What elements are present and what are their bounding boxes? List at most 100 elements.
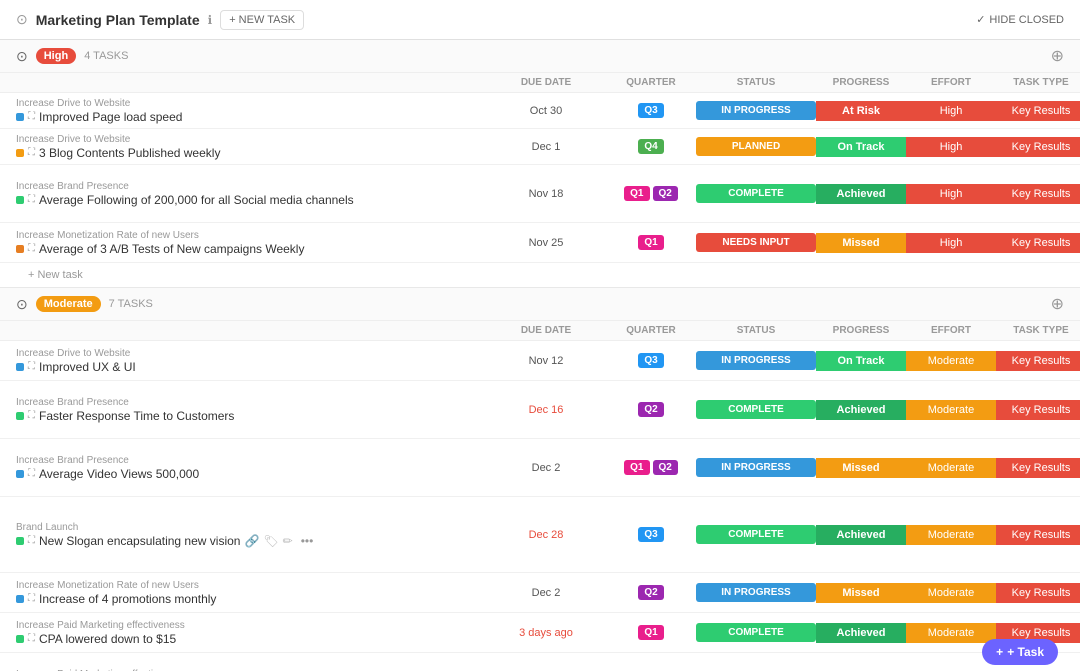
task-info: Increase Paid Marketing effectiveness ⛶ … [16, 620, 486, 646]
table-row: Increase Monetization Rate of new Users … [0, 223, 1080, 263]
task-name[interactable]: 3 Blog Contents Published weekly [39, 146, 220, 160]
progress-cell: Achieved [816, 525, 906, 545]
progress-badge: Achieved [816, 623, 906, 643]
quarter-badge: Q3 [638, 353, 663, 368]
edit-icon[interactable]: ✏ [283, 534, 293, 548]
table-row: Increase Paid Marketing effectiveness ⛶ … [0, 613, 1080, 653]
status-cell[interactable]: NEEDS INPUT [696, 233, 816, 252]
status-badge: IN PROGRESS [696, 458, 816, 477]
section-high: ⊙ High 4 TASKS ⊕ DUE DATE QUARTER STATUS… [0, 40, 1080, 288]
task-name[interactable]: Average Video Views 500,000 [39, 467, 199, 481]
hide-closed-button[interactable]: ✓ HIDE CLOSED [976, 13, 1064, 26]
tasktype-cell: Key Results [996, 137, 1080, 157]
progress-badge: Achieved [816, 525, 906, 545]
col-effort: EFFORT [906, 325, 996, 336]
tasktype-cell: Key Results [996, 458, 1080, 478]
col-task [16, 77, 486, 88]
task-parent: Brand Launch [16, 522, 478, 533]
status-cell[interactable]: COMPLETE [696, 623, 816, 642]
status-cell[interactable]: IN PROGRESS [696, 583, 816, 602]
progress-badge: Missed [816, 583, 906, 603]
effort-cell: High [906, 184, 996, 204]
status-cell[interactable]: COMPLETE [696, 400, 816, 419]
info-icon: ℹ [208, 13, 213, 27]
due-date: Dec 2 [486, 587, 606, 599]
quarter-badge: Q1 [638, 625, 663, 640]
task-type-icon: ⛶ [28, 361, 35, 372]
task-name[interactable]: Increase of 4 promotions monthly [39, 592, 216, 606]
col-status: STATUS [696, 325, 816, 336]
task-name[interactable]: Improved UX & UI [39, 360, 136, 374]
section-moderate: ⊙ Moderate 7 TASKS ⊕ DUE DATE QUARTER ST… [0, 288, 1080, 671]
effort-cell: Moderate [906, 525, 996, 545]
tasktype-badge: Key Results [996, 101, 1080, 121]
task-color-dot [16, 363, 24, 371]
status-cell[interactable]: COMPLETE [696, 525, 816, 544]
add-section-icon[interactable]: ⊕ [1051, 46, 1064, 66]
progress-cell: On Track [816, 137, 906, 157]
table-row: Increase Brand Presence ⛶ Faster Respons… [0, 381, 1080, 439]
quarter-cell: Q4 [606, 139, 696, 154]
quarter-cell: Q2 [606, 585, 696, 600]
status-cell[interactable]: IN PROGRESS [696, 458, 816, 477]
task-name[interactable]: Average Following of 200,000 for all Soc… [39, 193, 354, 207]
expand-icon[interactable]: ⊙ [16, 48, 28, 65]
status-badge: PLANNED [696, 137, 816, 156]
due-date: Nov 25 [486, 237, 606, 249]
task-name[interactable]: Improved Page load speed [39, 110, 182, 124]
col-quarter: QUARTER [606, 325, 696, 336]
task-name[interactable]: CPA lowered down to $15 [39, 632, 176, 646]
col-duedate: DUE DATE [486, 325, 606, 336]
due-date: Nov 12 [486, 355, 606, 367]
status-cell[interactable]: COMPLETE [696, 184, 816, 203]
quarter-badge: Q1 [624, 186, 649, 201]
effort-badge: High [906, 101, 996, 121]
tag-icon[interactable]: 🏷 [263, 534, 278, 548]
columns-header: DUE DATE QUARTER STATUS PROGRESS EFFORT … [0, 73, 1080, 93]
expand-icon[interactable]: ⊙ [16, 296, 28, 313]
task-name[interactable]: Faster Response Time to Customers [39, 409, 234, 423]
task-name-row: ⛶ CPA lowered down to $15 [16, 632, 478, 646]
task-name-row: ⛶ New Slogan encapsulating new vision 🔗 … [16, 534, 478, 548]
quarter-cell: Q1 Q2 [606, 186, 696, 201]
table-row: Increase Drive to Website ⛶ 3 Blog Conte… [0, 129, 1080, 165]
task-name[interactable]: New Slogan encapsulating new vision [39, 534, 240, 548]
task-type-icon: ⛶ [28, 468, 35, 479]
progress-cell: Achieved [816, 400, 906, 420]
progress-badge: On Track [816, 137, 906, 157]
table-row: Increase Drive to Website ⛶ Improved UX … [0, 341, 1080, 381]
status-badge: NEEDS INPUT [696, 233, 816, 252]
status-cell[interactable]: IN PROGRESS [696, 351, 816, 370]
task-parent: Increase Paid Marketing effectiveness [16, 620, 478, 631]
col-effort: EFFORT [906, 77, 996, 88]
task-info: Increase Drive to Website ⛶ Improved Pag… [16, 98, 486, 124]
effort-cell: Moderate [906, 458, 996, 478]
status-cell[interactable]: IN PROGRESS [696, 101, 816, 120]
task-name[interactable]: Average of 3 A/B Tests of New campaigns … [39, 242, 304, 256]
task-color-dot [16, 635, 24, 643]
quarter-badge: Q3 [638, 103, 663, 118]
col-quarter: QUARTER [606, 77, 696, 88]
collapse-icon: ⊙ [16, 11, 28, 28]
new-task-fab[interactable]: + + Task [982, 639, 1058, 665]
status-badge: IN PROGRESS [696, 101, 816, 120]
app-header: ⊙ Marketing Plan Template ℹ + NEW TASK ✓… [0, 0, 1080, 40]
new-task-row[interactable]: + New task [0, 263, 1080, 287]
task-info: Increase Monetization Rate of new Users … [16, 580, 486, 606]
status-cell[interactable]: PLANNED [696, 137, 816, 156]
quarter-badge: Q1 [624, 460, 649, 475]
link-icon[interactable]: 🔗 [244, 534, 259, 548]
table-row: Increase Drive to Website ⛶ Improved Pag… [0, 93, 1080, 129]
quarter-badge: Q2 [653, 186, 678, 201]
new-task-header-button[interactable]: + NEW TASK [220, 10, 304, 30]
task-name-row: ⛶ Faster Response Time to Customers [16, 409, 478, 423]
col-task [16, 325, 486, 336]
task-info: Increase Brand Presence ⛶ Average Follow… [16, 181, 486, 207]
quarter-cell: Q1 [606, 235, 696, 250]
task-name-row: ⛶ Average Following of 200,000 for all S… [16, 193, 478, 207]
col-duedate: DUE DATE [486, 77, 606, 88]
add-section-icon[interactable]: ⊕ [1051, 294, 1064, 314]
task-name-row: ⛶ Increase of 4 promotions monthly [16, 592, 478, 606]
more-options-icon[interactable]: ••• [301, 534, 314, 548]
quarter-cell: Q2 [606, 402, 696, 417]
